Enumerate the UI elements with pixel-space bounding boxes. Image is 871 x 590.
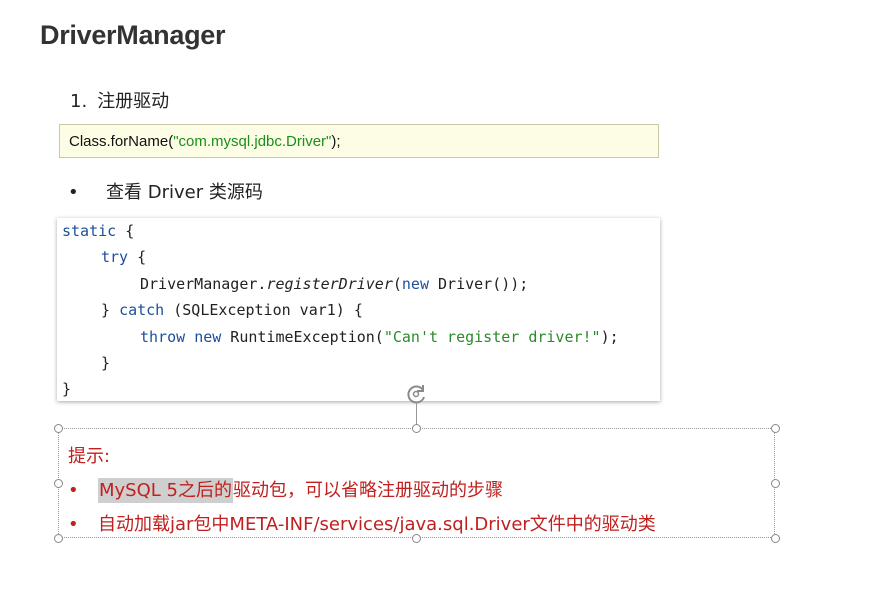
code-text: RuntimeException( [221,328,384,346]
highlighted-text: MySQL 5之后的 [98,478,233,503]
code-text: (SQLException var1) { [164,301,363,319]
hint-title: 提示: [68,446,111,467]
code-line-1: static { [62,218,134,244]
bullet-text: 查看 Driver 类源码 [106,182,263,203]
kw-throw: throw [140,328,186,346]
code-text: } [101,301,120,319]
code-method: registerDriver [266,275,393,293]
resize-handle-br[interactable] [771,534,780,543]
rotate-icon-svg [407,385,425,404]
resize-handle-tr[interactable] [771,424,780,433]
code-text: ( [392,275,402,293]
kw-static: static [62,222,117,240]
code-text: } [101,354,111,372]
code-line-6: } [101,350,110,376]
inline-code-box: Class.forName("com.mysql.jdbc.Driver"); [59,124,659,158]
resize-handle-ml[interactable] [54,479,63,488]
rotate-handle-icon[interactable] [405,382,429,406]
resize-handle-mr[interactable] [771,479,780,488]
kw-new: new [194,328,222,346]
hint-text: 驱动包，可以省略注册驱动的步骤 [232,480,503,501]
inline-code-close: ); [331,133,341,150]
hint-bullet: • [68,480,79,501]
hint-bullet: • [68,514,79,535]
code-text: } [62,380,72,398]
code-line-5: throw new RuntimeException("Can't regist… [140,324,619,350]
kw-new: new [401,275,429,293]
code-text: ); [600,328,619,346]
bullet-view-source: • 查看 Driver 类源码 [68,178,263,204]
code-text: { [128,248,147,266]
code-block: static { try { DriverManager.registerDri… [57,218,660,401]
code-string: "Can't register driver!" [383,328,601,346]
resize-handle-tc[interactable] [412,424,421,433]
code-text: DriverManager. [140,275,267,293]
code-text: { [116,222,135,240]
code-text: Driver()); [429,275,529,293]
code-line-3: DriverManager.registerDriver(new Driver(… [140,271,528,297]
step-label: 注册驱动 [97,91,170,112]
kw-catch: catch [119,301,165,319]
code-line-4: } catch (SQLException var1) { [101,297,363,323]
bullet-dot: • [68,182,79,203]
hint-text: 自动加载jar包中META-INF/services/java.sql.Driv… [98,514,656,535]
resize-handle-bl[interactable] [54,534,63,543]
step-heading: 1. 注册驱动 [70,87,169,113]
code-line-2: try { [101,244,146,270]
hint-item-2: • 自动加载jar包中META-INF/services/java.sql.Dri… [68,510,656,536]
code-line-7: } [62,376,71,402]
hint-item-1: • MySQL 5之后的驱动包，可以省略注册驱动的步骤 [68,476,503,503]
kw-try: try [101,248,129,266]
slide-title: DriverManager [40,20,226,50]
inline-code-prefix: Class.forName [69,133,169,150]
resize-handle-tl[interactable] [54,424,63,433]
inline-code-string: "com.mysql.jdbc.Driver" [173,133,332,150]
step-number: 1. [70,91,88,112]
